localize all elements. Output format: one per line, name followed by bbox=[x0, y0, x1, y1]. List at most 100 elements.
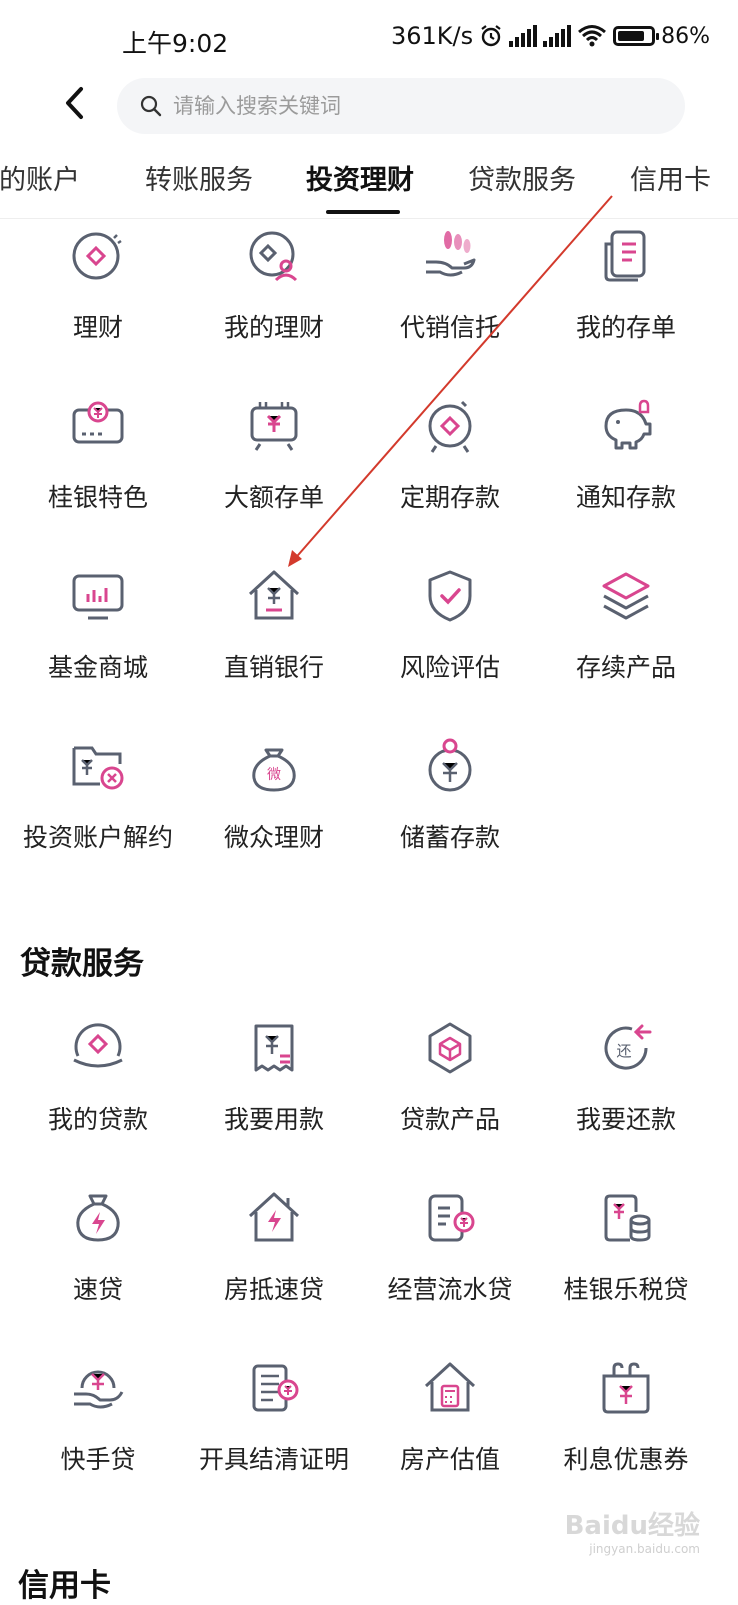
user-coin-icon bbox=[249, 231, 298, 282]
grid-item-label: 我要用款 bbox=[223, 1105, 324, 1134]
grid-item-label: 我的存单 bbox=[575, 313, 676, 342]
grid-item-my-loan[interactable]: 我的贷款 bbox=[10, 1018, 186, 1168]
receipt-yuan-icon bbox=[254, 1024, 294, 1072]
status-time: 上午9:02 bbox=[122, 29, 229, 58]
wifi-icon bbox=[578, 25, 607, 47]
money-bag-icon: 微 bbox=[252, 748, 296, 792]
grid-item-label: 理财 bbox=[72, 313, 123, 342]
hand-coins-icon bbox=[426, 231, 476, 277]
status-bar: 上午9:02 361K/s 86% bbox=[0, 0, 738, 80]
tab-my-account[interactable]: 我的账户 bbox=[0, 158, 80, 197]
grid-item-label: 开具结清证明 bbox=[198, 1445, 349, 1474]
back-button[interactable] bbox=[50, 78, 100, 128]
monitor-chart-icon bbox=[72, 574, 124, 620]
grid-item-property-valuation[interactable]: 房产估值 bbox=[362, 1358, 538, 1508]
battery-percent: 86% bbox=[661, 23, 710, 49]
certificate-icon bbox=[252, 1364, 299, 1412]
grid-item-quick-loan[interactable]: 速贷 bbox=[10, 1188, 186, 1338]
grid-item-repay[interactable]: 还 我要还款 bbox=[538, 1018, 714, 1168]
grid-item-label: 速贷 bbox=[72, 1275, 123, 1304]
grid-item-my-deposit[interactable]: 我的存单 bbox=[538, 226, 714, 376]
grid-item-label: 贷款产品 bbox=[399, 1105, 500, 1134]
folder-cancel-icon bbox=[72, 746, 124, 790]
grid-item-label: 房产估值 bbox=[399, 1445, 500, 1474]
tab-investment[interactable]: 投资理财 bbox=[306, 158, 414, 197]
watermark: Baidu经验 jingyan.baidu.com bbox=[565, 1505, 700, 1556]
search-bar[interactable] bbox=[117, 78, 685, 134]
grid-item-interest-coupon[interactable]: 利息优惠券 bbox=[538, 1358, 714, 1508]
hand-yuan-icon bbox=[74, 1370, 124, 1409]
document-icon bbox=[604, 230, 646, 282]
yuan-card-icon bbox=[72, 401, 124, 444]
svg-text:微: 微 bbox=[267, 767, 281, 783]
status-indicators: 361K/s 86% bbox=[391, 22, 710, 50]
tab-credit-card[interactable]: 信用卡 bbox=[630, 158, 711, 197]
watermark-text: Baidu经验 bbox=[564, 1511, 700, 1541]
house-yuan-icon bbox=[248, 570, 300, 620]
tab-loan[interactable]: 贷款服务 bbox=[468, 158, 576, 197]
grid-item-label: 微众理财 bbox=[223, 823, 324, 852]
bag-lightning-icon bbox=[76, 1194, 120, 1242]
grid-item-business-flow-loan[interactable]: 经营流水贷 bbox=[362, 1188, 538, 1338]
grid-item-label: 快手贷 bbox=[60, 1445, 136, 1474]
grid-item-label: 储蓄存款 bbox=[399, 823, 500, 852]
clock-diamond-icon bbox=[428, 400, 472, 453]
coupon-icon bbox=[602, 1362, 650, 1414]
grid-item-label: 我的理财 bbox=[223, 313, 324, 342]
coin-diamond-icon bbox=[72, 232, 122, 280]
grid-item-fund-mall[interactable]: 基金商城 bbox=[10, 566, 186, 716]
grid-item-notice-deposit[interactable]: 通知存款 bbox=[538, 396, 714, 546]
grid-item-label: 房抵速贷 bbox=[223, 1275, 324, 1304]
loan-diamond-icon bbox=[73, 1023, 123, 1068]
repay-icon: 还 bbox=[604, 1024, 652, 1070]
grid-item-existing-products[interactable]: 存续产品 bbox=[538, 566, 714, 716]
grid-item-risk-assessment[interactable]: 风险评估 bbox=[362, 566, 538, 716]
category-tabs: 我的账户 转账服务 投资理财 贷款服务 信用卡 bbox=[0, 140, 738, 219]
doc-coin-icon bbox=[428, 1194, 475, 1242]
yuan-device-icon bbox=[250, 402, 298, 451]
house-calculator-icon bbox=[424, 1362, 476, 1412]
header bbox=[0, 76, 738, 138]
grid-item-label: 我要还款 bbox=[575, 1105, 676, 1134]
grid-item-my-licai[interactable]: 我的理财 bbox=[186, 226, 362, 376]
svg-text:还: 还 bbox=[616, 1042, 631, 1060]
grid-item-large-deposit[interactable]: 大额存单 bbox=[186, 396, 362, 546]
grid-item-settlement-cert[interactable]: 开具结清证明 bbox=[186, 1358, 362, 1508]
hexagon-box-icon bbox=[428, 1022, 472, 1074]
grid-item-kuaishou-loan[interactable]: 快手贷 bbox=[10, 1358, 186, 1508]
grid-item-trust[interactable]: 代销信托 bbox=[362, 226, 538, 376]
chevron-left-icon bbox=[66, 87, 83, 119]
grid-item-guiyin-special[interactable]: 桂银特色 bbox=[10, 396, 186, 546]
tab-transfer[interactable]: 转账服务 bbox=[145, 158, 253, 197]
grid-item-savings[interactable]: 储蓄存款 bbox=[362, 736, 538, 886]
grid-item-licai[interactable]: 理财 bbox=[10, 226, 186, 376]
grid-item-loan-products[interactable]: 贷款产品 bbox=[362, 1018, 538, 1168]
grid-item-label: 桂银乐税贷 bbox=[563, 1275, 689, 1304]
loan-section-title: 贷款服务 bbox=[20, 946, 144, 982]
grid-item-mortgage-loan[interactable]: 房抵速贷 bbox=[186, 1188, 362, 1338]
grid-item-label: 桂银特色 bbox=[47, 483, 148, 512]
grid-item-label: 我的贷款 bbox=[47, 1105, 148, 1134]
grid-item-label: 定期存款 bbox=[399, 483, 500, 512]
battery-icon bbox=[613, 26, 660, 46]
grid-item-label: 代销信托 bbox=[399, 313, 500, 342]
grid-item-weizhong[interactable]: 微 微众理财 bbox=[186, 736, 362, 886]
grid-item-label: 基金商城 bbox=[47, 653, 148, 682]
grid-item-label: 利息优惠券 bbox=[563, 1445, 689, 1474]
layers-icon bbox=[602, 572, 650, 620]
house-lightning-icon bbox=[248, 1192, 300, 1242]
active-tab-indicator bbox=[326, 210, 400, 214]
signal-icon bbox=[509, 25, 538, 47]
shield-check-icon bbox=[428, 570, 472, 622]
grid-item-label: 风险评估 bbox=[399, 653, 500, 682]
piggy-bell-icon bbox=[604, 399, 652, 450]
grid-item-fixed-deposit[interactable]: 定期存款 bbox=[362, 396, 538, 546]
grid-item-tax-loan[interactable]: 桂银乐税贷 bbox=[538, 1188, 714, 1338]
grid-item-label: 直销银行 bbox=[223, 653, 324, 682]
watermark-sub: jingyan.baidu.com bbox=[589, 1542, 700, 1556]
doc-database-icon bbox=[604, 1194, 651, 1242]
grid-item-direct-bank[interactable]: 直销银行 bbox=[186, 566, 362, 716]
grid-item-cancel-account[interactable]: 投资账户解约 bbox=[10, 736, 186, 886]
search-input[interactable] bbox=[171, 93, 655, 119]
grid-item-use-funds[interactable]: 我要用款 bbox=[186, 1018, 362, 1168]
